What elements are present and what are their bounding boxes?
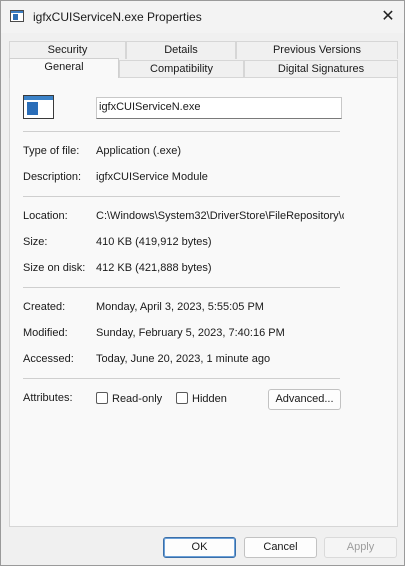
divider <box>23 378 340 379</box>
read-only-checkbox[interactable] <box>96 392 108 404</box>
app-window-icon <box>23 95 54 119</box>
apply-button[interactable]: Apply <box>324 537 397 558</box>
modified-value: Sunday, February 5, 2023, 7:40:16 PM <box>96 327 285 339</box>
created-value: Monday, April 3, 2023, 5:55:05 PM <box>96 301 264 313</box>
accessed-label: Accessed: <box>23 353 74 365</box>
title-bar[interactable]: igfxCUIServiceN.exe Properties ✕ <box>1 1 404 33</box>
location-value[interactable]: C:\Windows\System32\DriverStore\FileRepo… <box>96 210 344 222</box>
accessed-value: Today, June 20, 2023, 1 minute ago <box>96 353 271 365</box>
tab-details[interactable]: Details <box>126 41 236 59</box>
attributes-label: Attributes: <box>23 392 73 404</box>
properties-dialog: igfxCUIServiceN.exe Properties ✕ Securit… <box>0 0 405 566</box>
tab-general[interactable]: General <box>9 58 119 78</box>
tab-previous-versions[interactable]: Previous Versions <box>236 41 398 59</box>
close-button[interactable]: ✕ <box>371 3 405 31</box>
divider <box>23 196 340 197</box>
type-of-file-label: Type of file: <box>23 145 80 157</box>
divider <box>23 131 340 132</box>
size-on-disk-value: 412 KB (421,888 bytes) <box>96 262 212 274</box>
tab-compatibility[interactable]: Compatibility <box>119 60 244 78</box>
ok-button[interactable]: OK <box>163 537 236 558</box>
location-label: Location: <box>23 210 68 222</box>
tab-digital-signatures[interactable]: Digital Signatures <box>244 60 398 78</box>
cancel-button[interactable]: Cancel <box>244 537 317 558</box>
read-only-label[interactable]: Read-only <box>112 393 162 405</box>
window-title: igfxCUIServiceN.exe Properties <box>33 10 202 24</box>
tab-security[interactable]: Security <box>9 41 126 59</box>
modified-label: Modified: <box>23 327 68 339</box>
size-on-disk-label: Size on disk: <box>23 262 86 274</box>
hidden-checkbox[interactable] <box>176 392 188 404</box>
app-window-icon <box>10 10 24 22</box>
size-label: Size: <box>23 236 48 248</box>
size-value: 410 KB (419,912 bytes) <box>96 236 212 248</box>
hidden-label[interactable]: Hidden <box>192 393 227 405</box>
file-name-input[interactable]: igfxCUIServiceN.exe <box>96 97 342 119</box>
created-label: Created: <box>23 301 66 313</box>
type-of-file-value: Application (.exe) <box>96 145 181 157</box>
advanced-button[interactable]: Advanced... <box>268 389 341 410</box>
description-value: igfxCUIService Module <box>96 171 208 183</box>
description-label: Description: <box>23 171 82 183</box>
divider <box>23 287 340 288</box>
